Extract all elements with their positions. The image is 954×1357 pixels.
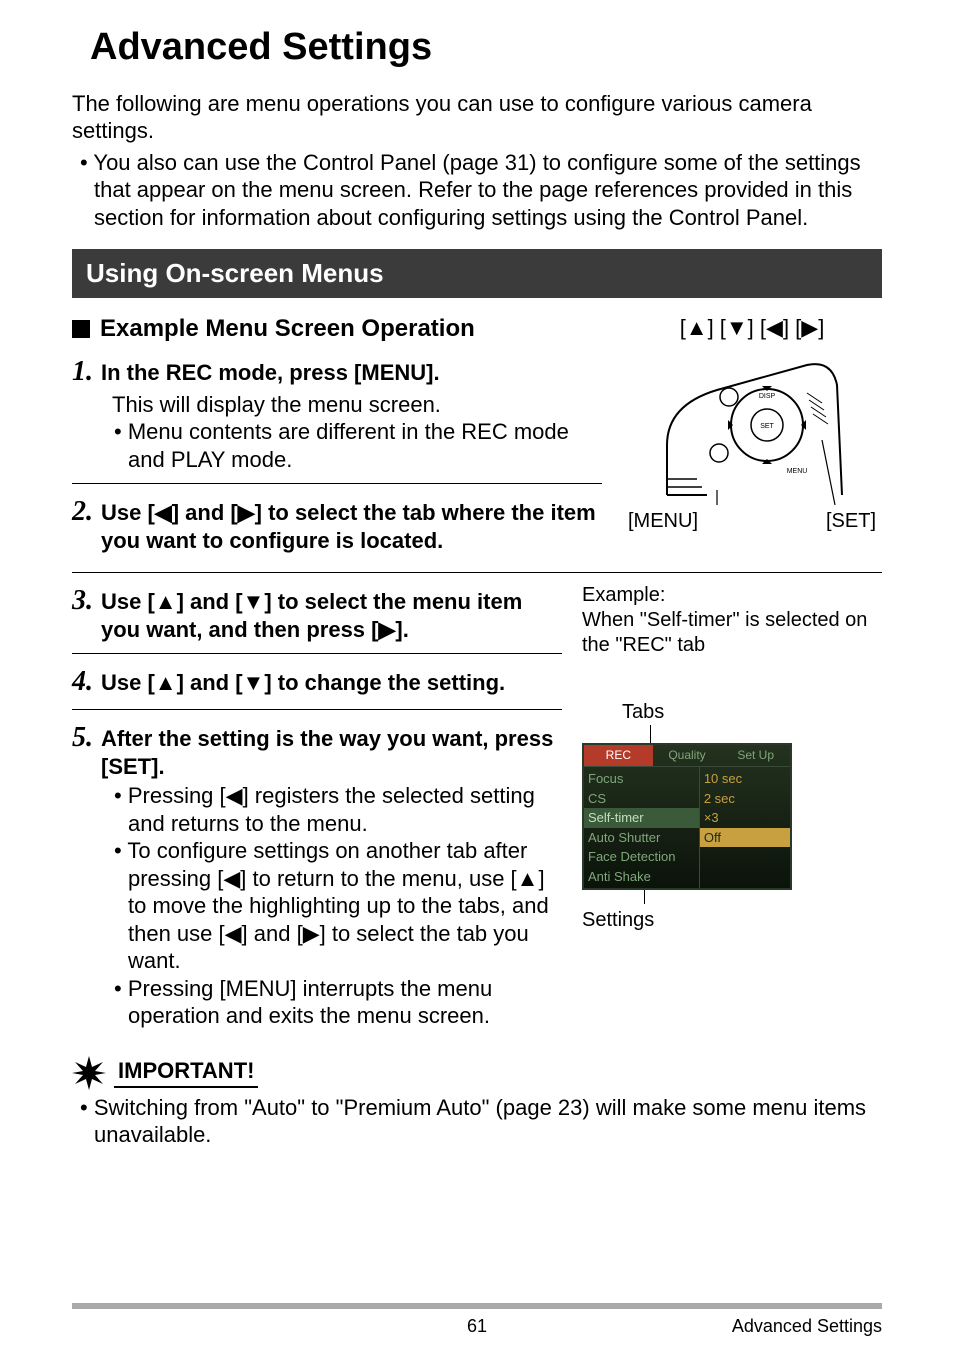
set-button-label: [SET] <box>826 509 876 534</box>
example-heading: Example: <box>582 583 882 608</box>
step-number: 5. <box>72 720 93 755</box>
disp-label: DISP <box>759 393 776 400</box>
menu-option: ×3 <box>704 808 786 828</box>
step-3: 3. Use [▲] and [▼] to select the menu it… <box>72 583 562 643</box>
tabs-pointer-label: Tabs <box>622 700 882 725</box>
step-number: 3. <box>72 583 93 618</box>
menu-option: 10 sec <box>704 769 786 789</box>
step-bullet: Pressing [◀] registers the selected sett… <box>128 782 562 837</box>
menu-button-label: [MENU] <box>628 509 698 534</box>
page-title: Advanced Settings <box>90 24 882 72</box>
step-4: 4. Use [▲] and [▼] to change the setting… <box>72 664 562 699</box>
menu-tab-rec: REC <box>584 745 653 766</box>
step-number: 4. <box>72 664 93 699</box>
pointer-line <box>644 890 645 904</box>
menu-item: Face Detection <box>588 847 695 867</box>
step-title: After the setting is the way you want, p… <box>101 725 562 780</box>
divider <box>72 572 882 573</box>
menu-screenshot: REC Quality Set Up Focus CS Self-timer A… <box>582 743 792 890</box>
section-heading-bar: Using On-screen Menus <box>72 249 882 298</box>
step-number: 1. <box>72 354 93 389</box>
burst-icon <box>72 1056 106 1090</box>
menu-item: Auto Shutter <box>588 828 695 848</box>
settings-pointer-label: Settings <box>582 908 882 933</box>
subheading-text: Example Menu Screen Operation <box>100 314 475 344</box>
step-title: In the REC mode, press [MENU]. <box>101 359 440 387</box>
pointer-line <box>650 725 651 743</box>
divider <box>72 709 562 710</box>
footer-section: Advanced Settings <box>732 1315 882 1338</box>
step-number: 2. <box>72 494 93 529</box>
step-bullet: To configure settings on another tab aft… <box>128 837 562 975</box>
example-text: When "Self-timer" is selected on the "RE… <box>582 608 882 658</box>
set-center-label: SET <box>760 423 774 430</box>
important-label: IMPORTANT! <box>114 1057 258 1089</box>
page-footer: 61 Advanced Settings <box>72 1303 882 1338</box>
step-bullet: Menu contents are different in the REC m… <box>128 418 602 473</box>
step-1: 1. In the REC mode, press [MENU]. This w… <box>72 354 602 474</box>
important-block: IMPORTANT! Switching from "Auto" to "Pre… <box>72 1056 882 1149</box>
step-bullet: Pressing [MENU] interrupts the menu oper… <box>128 975 562 1030</box>
menu-item: Focus <box>588 769 695 789</box>
step-5: 5. After the setting is the way you want… <box>72 720 562 1030</box>
menu-small-label: MENU <box>787 468 808 475</box>
intro-bullet: You also can use the Control Panel (page… <box>72 149 882 232</box>
divider <box>72 653 562 654</box>
camera-dpad-diagram: DISP SET MENU <box>657 345 847 505</box>
menu-item-selected: Self-timer <box>584 808 699 828</box>
page-number: 61 <box>467 1315 487 1338</box>
menu-tab-setup: Set Up <box>721 745 790 766</box>
important-text: Switching from "Auto" to "Premium Auto" … <box>72 1094 882 1149</box>
dpad-arrows-label: [▲] [▼] [◀] [▶] <box>622 314 882 342</box>
step-2: 2. Use [◀] and [▶] to select the tab whe… <box>72 494 602 554</box>
square-bullet-icon <box>72 320 90 338</box>
menu-item: Anti Shake <box>588 867 695 887</box>
intro-text: The following are menu operations you ca… <box>72 90 882 145</box>
menu-option: 2 sec <box>704 789 786 809</box>
step-body-text: This will display the menu screen. <box>112 391 602 419</box>
menu-option-selected: Off <box>700 828 790 848</box>
menu-item: CS <box>588 789 695 809</box>
step-title: Use [◀] and [▶] to select the tab where … <box>101 499 602 554</box>
step-title: Use [▲] and [▼] to select the menu item … <box>101 588 562 643</box>
subheading: Example Menu Screen Operation <box>72 314 602 344</box>
step-title: Use [▲] and [▼] to change the setting. <box>101 669 505 697</box>
menu-tab-quality: Quality <box>653 745 722 766</box>
divider <box>72 483 602 484</box>
